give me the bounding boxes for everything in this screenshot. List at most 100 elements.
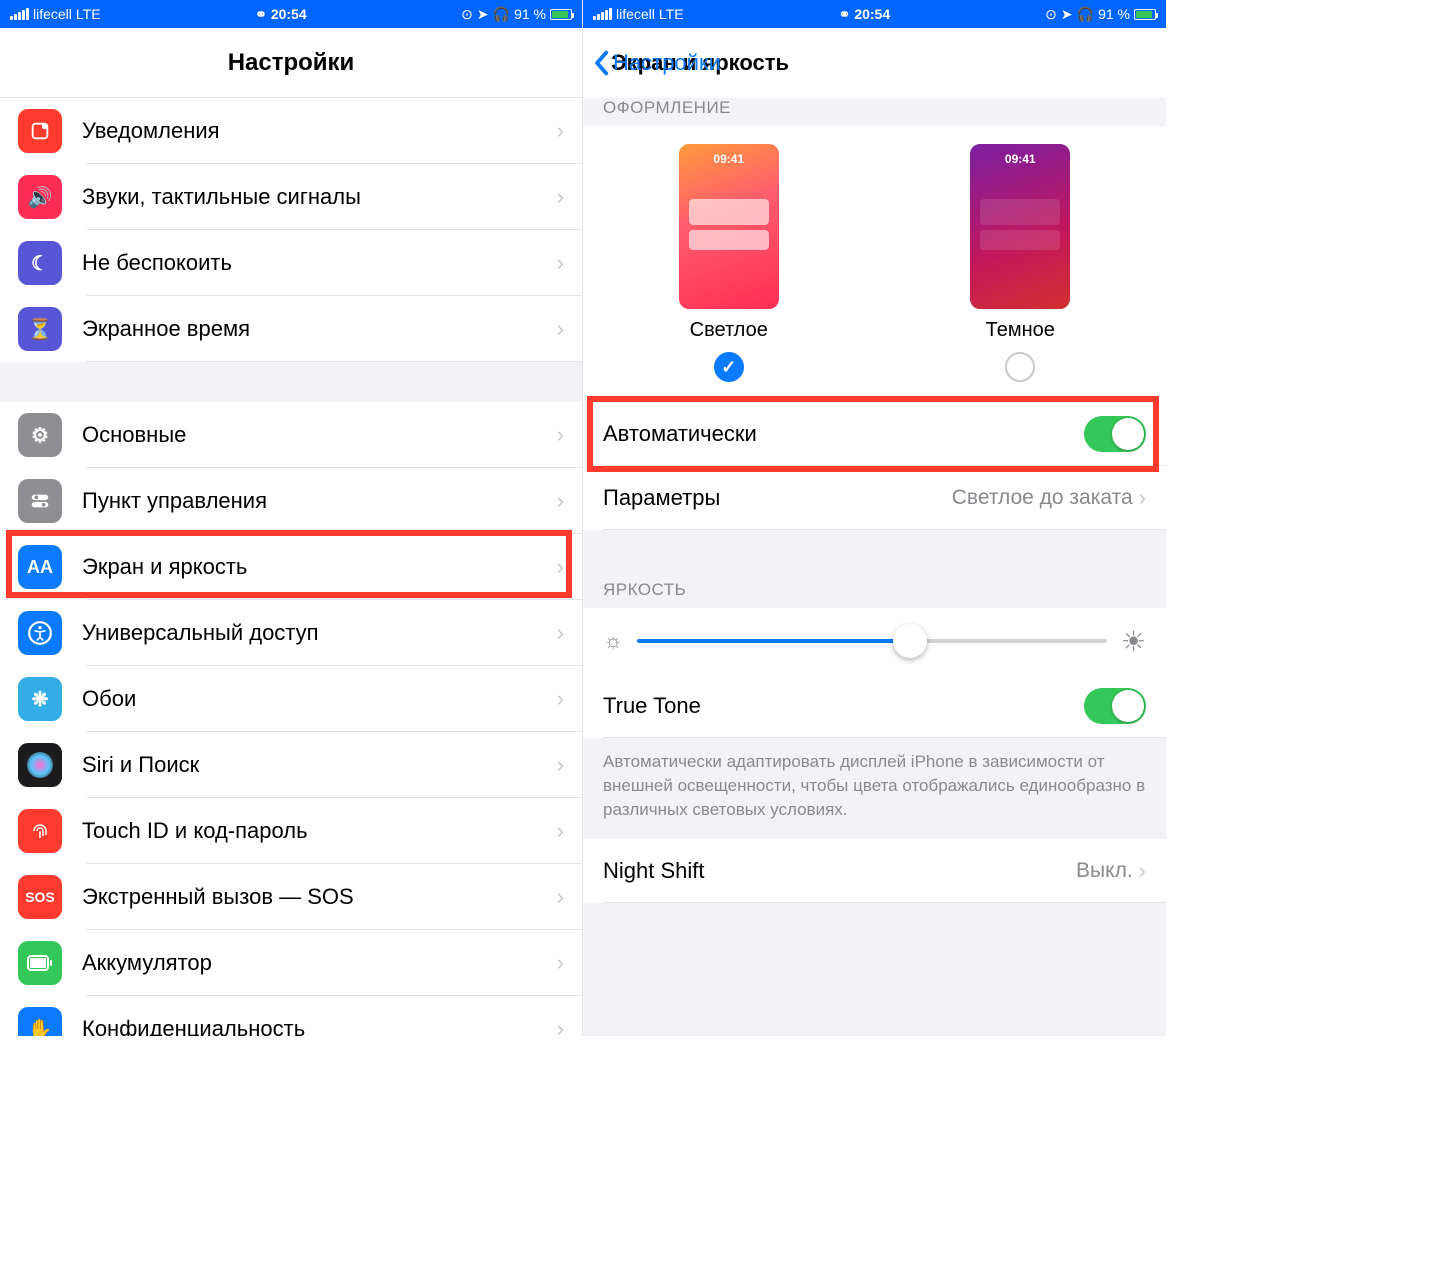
headphones-icon: 🎧 — [493, 6, 510, 23]
chevron-right-icon: › — [1139, 485, 1146, 511]
settings-pane: lifecell LTE ⚭ 20:54 ⊙ ➤ 🎧 91 % Настройк… — [0, 0, 583, 1036]
battery-label: 91 % — [1098, 6, 1130, 22]
chevron-right-icon: › — [557, 250, 564, 276]
nav-bar: Настройки — [0, 28, 582, 98]
link-icon: ⚭ — [255, 6, 267, 23]
row-label: Уведомления — [82, 118, 557, 144]
battery-icon — [550, 9, 572, 20]
page-title: Настройки — [228, 49, 355, 77]
chevron-right-icon: › — [557, 950, 564, 976]
row-label: Универсальный доступ — [82, 620, 557, 646]
appearance-light[interactable]: 09:41 Светлое — [679, 144, 779, 382]
parameters-label: Параметры — [603, 485, 952, 511]
section-spacer — [0, 362, 582, 402]
signal-icon — [593, 8, 612, 20]
row-label: Конфиденциальность — [82, 1016, 557, 1036]
status-bar: lifecell LTE ⚭ 20:54 ⊙ ➤ 🎧 91 % — [583, 0, 1166, 28]
row-general[interactable]: ⚙Основные› — [0, 402, 582, 468]
time-label: 20:54 — [854, 6, 890, 22]
brightness-slider-row: ☼ ☀ — [583, 608, 1166, 674]
row-accessibility[interactable]: Универсальный доступ› — [0, 600, 582, 666]
carrier-label: lifecell — [33, 6, 72, 22]
brightness-header: ЯРКОСТЬ — [583, 530, 1166, 608]
chevron-right-icon: › — [557, 752, 564, 778]
row-nightshift[interactable]: Night Shift Выкл. › — [583, 839, 1166, 903]
back-label: Настройки — [613, 50, 721, 76]
chevron-right-icon: › — [557, 316, 564, 342]
text-size-icon: AA — [18, 545, 62, 589]
light-label: Светлое — [690, 319, 768, 342]
chevron-left-icon — [593, 50, 609, 76]
row-automatic[interactable]: Автоматически — [583, 402, 1166, 466]
parameters-value: Светлое до заката — [952, 486, 1133, 510]
network-label: LTE — [659, 6, 684, 22]
truetone-toggle[interactable] — [1084, 688, 1146, 724]
toggles-icon — [18, 479, 62, 523]
link-icon: ⚭ — [839, 6, 851, 23]
row-display[interactable]: AA Экран и яркость› — [0, 534, 582, 600]
battery-row-icon — [18, 941, 62, 985]
radio-dark[interactable] — [1005, 352, 1035, 382]
nav-bar: Настройки Экран и яркость — [583, 28, 1166, 98]
flower-icon: ❋ — [18, 677, 62, 721]
chevron-right-icon: › — [557, 686, 564, 712]
chevron-right-icon: › — [557, 184, 564, 210]
row-label: Основные — [82, 422, 557, 448]
chevron-right-icon: › — [557, 1016, 564, 1036]
carrier-label: lifecell — [616, 6, 655, 22]
chevron-right-icon: › — [557, 620, 564, 646]
row-label: Обои — [82, 686, 557, 712]
row-label: Экстренный вызов — SOS — [82, 884, 557, 910]
dark-preview: 09:41 — [970, 144, 1070, 309]
chevron-right-icon: › — [557, 422, 564, 448]
status-bar: lifecell LTE ⚭ 20:54 ⊙ ➤ 🎧 91 % — [0, 0, 582, 28]
row-label: Siri и Поиск — [82, 752, 557, 778]
row-truetone[interactable]: True Tone — [583, 674, 1166, 738]
row-dnd[interactable]: ☾Не беспокоить› — [0, 230, 582, 296]
signal-icon — [10, 8, 29, 20]
location-icon: ➤ — [1061, 6, 1073, 23]
siri-icon — [18, 743, 62, 787]
row-wallpaper[interactable]: ❋ Обои› — [0, 666, 582, 732]
back-button[interactable]: Настройки — [593, 50, 721, 76]
notifications-icon — [18, 109, 62, 153]
row-siri[interactable]: Siri и Поиск› — [0, 732, 582, 798]
automatic-toggle[interactable] — [1084, 416, 1146, 452]
row-label: Экран и яркость — [82, 554, 557, 580]
fingerprint-icon — [18, 809, 62, 853]
sos-icon: SOS — [18, 875, 62, 919]
row-label: Не беспокоить — [82, 250, 557, 276]
hourglass-icon: ⏳ — [18, 307, 62, 351]
row-screentime[interactable]: ⏳ Экранное время› — [0, 296, 582, 362]
row-control-center[interactable]: Пункт управления› — [0, 468, 582, 534]
chevron-right-icon: › — [1139, 858, 1146, 884]
appearance-picker: 09:41 Светлое 09:41 Темное — [583, 126, 1166, 402]
headphones-icon: 🎧 — [1077, 6, 1094, 23]
sun-small-icon: ☼ — [603, 628, 623, 654]
chevron-right-icon: › — [557, 554, 564, 580]
row-label: Экранное время — [82, 316, 557, 342]
battery-icon — [1134, 9, 1156, 20]
row-parameters[interactable]: Параметры Светлое до заката › — [583, 466, 1166, 530]
truetone-label: True Tone — [603, 693, 1084, 719]
row-touchid[interactable]: Touch ID и код-пароль› — [0, 798, 582, 864]
appearance-header: ОФОРМЛЕНИЕ — [583, 98, 1166, 126]
accessibility-icon — [18, 611, 62, 655]
chevron-right-icon: › — [557, 884, 564, 910]
lock-icon: ⊙ — [461, 6, 473, 23]
row-sos[interactable]: SOS Экстренный вызов — SOS› — [0, 864, 582, 930]
dark-label: Темное — [986, 319, 1055, 342]
chevron-right-icon: › — [557, 488, 564, 514]
brightness-slider[interactable] — [637, 639, 1107, 643]
network-label: LTE — [76, 6, 101, 22]
radio-light[interactable] — [714, 352, 744, 382]
row-battery[interactable]: Аккумулятор› — [0, 930, 582, 996]
appearance-dark[interactable]: 09:41 Темное — [970, 144, 1070, 382]
row-notifications[interactable]: Уведомления› — [0, 98, 582, 164]
time-label: 20:54 — [271, 6, 307, 22]
display-pane: lifecell LTE ⚭ 20:54 ⊙ ➤ 🎧 91 % Настройк… — [583, 0, 1166, 1036]
truetone-description: Автоматически адаптировать дисплей iPhon… — [583, 738, 1166, 839]
row-privacy[interactable]: ✋Конфиденциальность› — [0, 996, 582, 1036]
row-sounds[interactable]: 🔊Звуки, тактильные сигналы› — [0, 164, 582, 230]
row-label: Touch ID и код-пароль — [82, 818, 557, 844]
